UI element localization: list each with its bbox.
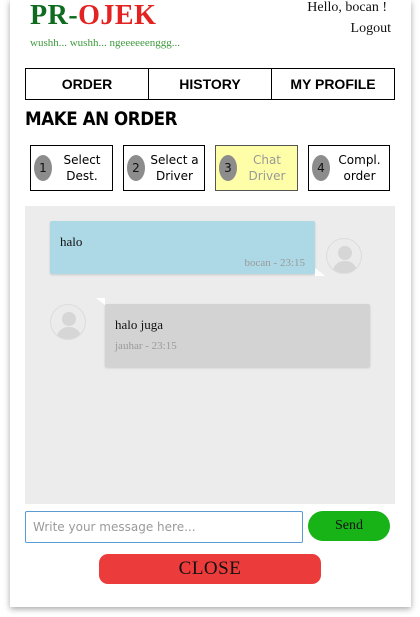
main-card: PR-OJEK wushh... wushh... ngeeeeeenggg..… — [10, 0, 411, 607]
step-number-badge: 4 — [312, 155, 330, 181]
step-label: Select Dest. — [52, 152, 112, 184]
logo-ojek-text: OJEK — [78, 0, 157, 31]
close-button[interactable]: CLOSE — [99, 554, 321, 584]
step-label: Compl. order — [330, 152, 389, 184]
nav-tab-order[interactable]: ORDER — [26, 69, 149, 99]
nav-tab-history[interactable]: HISTORY — [149, 69, 272, 99]
user-greeting: Hello, bocan ! — [307, 0, 387, 15]
step-chat-driver: 3 Chat Driver — [215, 145, 298, 191]
logout-link[interactable]: Logout — [351, 21, 391, 37]
step-label: Select a Driver — [145, 152, 204, 184]
step-number-badge: 1 — [34, 155, 52, 181]
bubble-tail — [315, 268, 325, 276]
step-label-line1: Compl. — [338, 153, 381, 167]
chat-message-meta: jauhar - 23:15 — [115, 340, 177, 352]
step-number-badge: 3 — [219, 155, 237, 181]
step-number-badge: 2 — [127, 155, 145, 181]
step-select-driver: 2 Select a Driver — [123, 145, 205, 191]
nav-tab-my-profile[interactable]: MY PROFILE — [272, 69, 394, 99]
order-steps: 1 Select Dest. 2 Select a Driver 3 Chat … — [30, 145, 390, 191]
page-title: MAKE AN ORDER — [25, 108, 178, 130]
chat-message-incoming: halo juga jauhar - 23:15 — [105, 304, 370, 367]
app-tagline: wushh... wushh... ngeeeeeenggg... — [30, 37, 180, 49]
step-label-line1: Select a — [150, 153, 199, 167]
chat-area[interactable]: halo bocan - 23:15 halo juga jauhar - 23… — [25, 206, 395, 504]
logo-pr-text: PR — [30, 0, 69, 31]
bubble-tail — [96, 298, 105, 305]
step-label-line1: Chat — [252, 153, 282, 167]
step-label-line2: Driver — [248, 169, 286, 183]
step-label: Chat Driver — [237, 152, 297, 184]
main-nav: ORDER HISTORY MY PROFILE — [25, 68, 395, 100]
step-label-line2: Dest. — [66, 169, 98, 183]
chat-message-text: halo — [60, 234, 83, 249]
logo-dash-text: - — [68, 0, 79, 31]
message-input[interactable] — [25, 511, 303, 543]
step-label-line2: Driver — [156, 169, 193, 183]
step-label-line2: order — [343, 169, 376, 183]
chat-message-meta: bocan - 23:15 — [244, 257, 305, 269]
step-complete-order: 4 Compl. order — [308, 145, 390, 191]
driver-avatar-icon — [50, 304, 86, 340]
app-logo: PR-OJEK — [30, 0, 156, 32]
chat-message-text: halo juga — [115, 317, 164, 332]
user-avatar-icon — [326, 238, 362, 274]
step-label-line1: Select — [63, 153, 101, 167]
chat-message-outgoing: halo bocan - 23:15 — [50, 221, 315, 274]
send-button[interactable]: Send — [308, 511, 390, 541]
step-select-destination: 1 Select Dest. — [30, 145, 113, 191]
